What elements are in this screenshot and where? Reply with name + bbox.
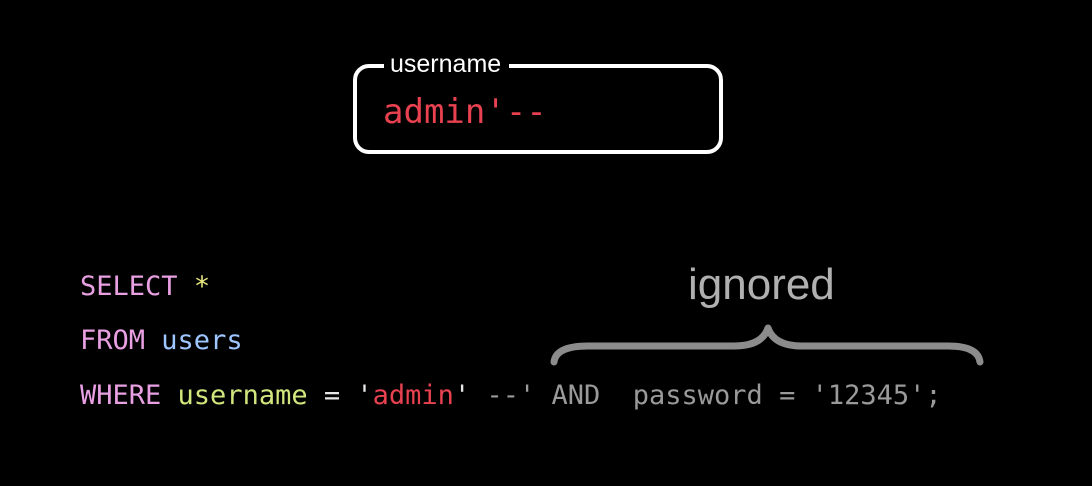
- sql-injected-value: admin: [372, 380, 454, 411]
- username-field-value: admin'--: [383, 92, 547, 132]
- sql-line-where: WHERE username = 'admin' --' AND passwor…: [80, 380, 942, 412]
- ignored-label: ignored: [688, 260, 835, 309]
- sql-keyword-from: FROM: [80, 325, 146, 356]
- username-field-label: username: [384, 50, 510, 78]
- sql-equals: =: [323, 380, 341, 411]
- curly-brace-icon: [550, 324, 984, 366]
- sql-line-select: SELECT *: [80, 271, 210, 303]
- sql-quote-close: ': [453, 380, 471, 411]
- sql-star: *: [193, 271, 211, 302]
- sql-line-from: FROM users: [80, 325, 243, 357]
- sql-keyword-select: SELECT: [80, 271, 178, 302]
- sql-table-name: users: [161, 325, 243, 356]
- sql-ignored-text: --' AND password = '12345';: [486, 380, 942, 411]
- brace-path: [550, 324, 984, 366]
- sql-column-name: username: [177, 380, 308, 411]
- sql-quote-open: ': [356, 380, 373, 411]
- sql-keyword-where: WHERE: [80, 380, 162, 411]
